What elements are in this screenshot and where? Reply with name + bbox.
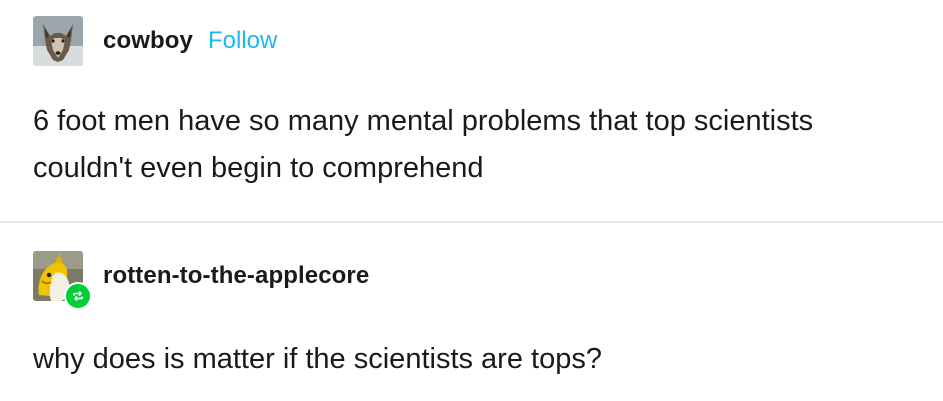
post-header: rotten-to-the-applecore [33,251,369,310]
follow-button[interactable]: Follow [208,27,277,55]
post-text: 6 foot men have so many mental problems … [33,98,933,192]
post-text-line-1: 6 foot men have so many mental problems … [33,105,814,137]
wolf-avatar-icon[interactable] [33,16,83,66]
reblog-post: rotten-to-the-applecore why does is matt… [0,223,943,401]
original-post: cowboy Follow 6 foot men have so many me… [0,0,943,222]
reblog-icon [64,282,92,310]
post-text-line-2: couldn't even begin to comprehend [33,152,484,184]
post-text: why does is matter if the scientists are… [33,343,602,375]
username[interactable]: cowboy [103,27,193,55]
username[interactable]: rotten-to-the-applecore [103,262,369,290]
post-header: cowboy Follow [33,16,277,66]
yellow-character-avatar-icon[interactable] [33,251,92,310]
